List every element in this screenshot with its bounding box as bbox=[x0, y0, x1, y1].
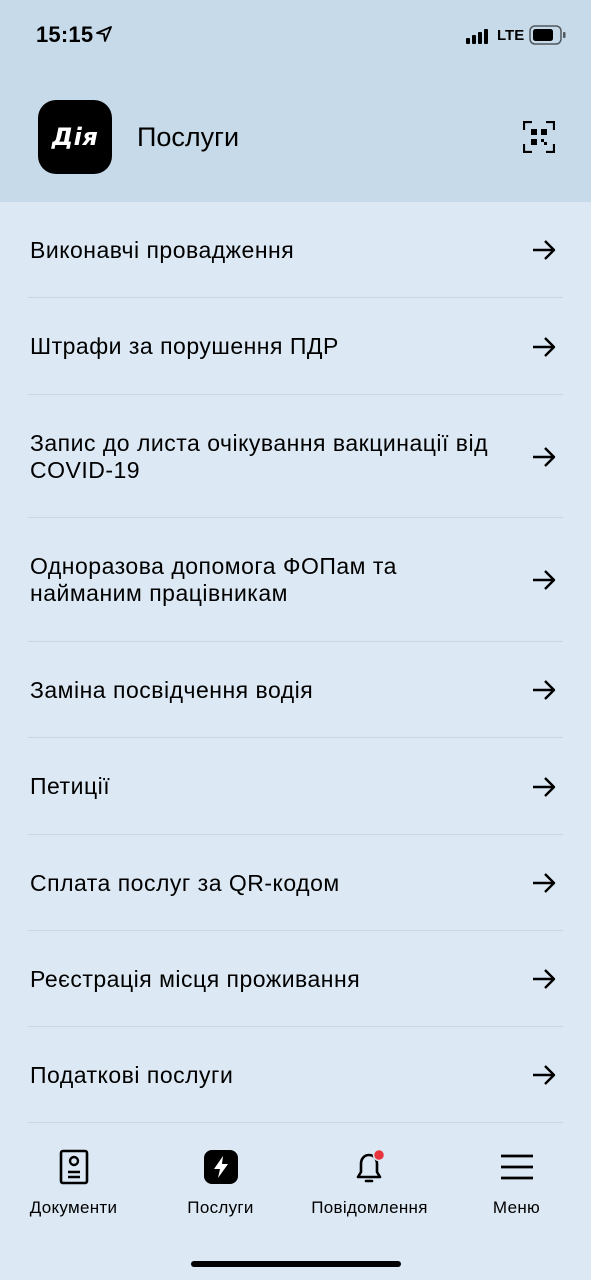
service-label: Запис до листа очікування вакцинації від… bbox=[30, 429, 489, 483]
tab-menu-label: Меню bbox=[492, 1198, 541, 1217]
bell-icon bbox=[356, 1148, 385, 1183]
arrow-right-icon bbox=[533, 446, 556, 467]
tab-bar: Документи Послуги Повідомлення Меню bbox=[0, 1140, 591, 1280]
service-label: Реєстрація місця проживання bbox=[30, 965, 361, 992]
service-label: Заміна посвідчення водія bbox=[30, 676, 314, 703]
services-list: Виконавчі провадження Штрафи за порушенн… bbox=[0, 202, 591, 1123]
battery-icon bbox=[529, 25, 566, 45]
service-item[interactable]: Штрафи за порушення ПДР bbox=[0, 298, 591, 395]
page-title: Послуги bbox=[137, 122, 240, 152]
service-item[interactable]: Одноразова допомога ФОПам та найманим пр… bbox=[0, 518, 591, 642]
arrow-right-icon bbox=[533, 969, 556, 989]
tab-documents-label: Документи bbox=[29, 1198, 118, 1217]
service-label: Штрафи за порушення ПДР bbox=[30, 333, 339, 359]
service-item[interactable]: Сплата послуг за QR-кодом bbox=[0, 835, 591, 931]
lightning-icon bbox=[203, 1150, 238, 1184]
service-label: Виконавчі провадження bbox=[30, 236, 295, 263]
service-label: Петиції bbox=[30, 773, 111, 799]
tab-menu[interactable]: Меню bbox=[443, 1148, 590, 1218]
arrow-right-icon bbox=[533, 873, 556, 893]
arrow-right-icon bbox=[533, 240, 556, 260]
service-item[interactable]: Податкові послуги bbox=[0, 1027, 591, 1123]
service-item[interactable]: Заміна посвідчення водія bbox=[0, 642, 591, 738]
service-item[interactable]: Запис до листа очікування вакцинації від… bbox=[0, 395, 591, 518]
signal-bars-icon bbox=[466, 29, 488, 44]
app-header: Дія Послуги bbox=[0, 100, 591, 176]
arrow-right-icon bbox=[533, 1065, 556, 1085]
tab-notifications-label: Повідомлення bbox=[311, 1198, 428, 1217]
tab-services-label: Послуги bbox=[187, 1198, 254, 1217]
location-arrow-icon bbox=[96, 26, 112, 42]
service-label: Сплата послуг за QR-кодом bbox=[30, 869, 340, 896]
arrow-right-icon bbox=[533, 336, 556, 357]
tab-documents[interactable]: Документи bbox=[0, 1148, 147, 1218]
service-item[interactable]: Петиції bbox=[0, 738, 591, 835]
qr-scan-icon[interactable] bbox=[523, 121, 555, 153]
divider bbox=[28, 1122, 563, 1123]
tab-services[interactable]: Послуги bbox=[147, 1148, 294, 1218]
service-label: Податкові послуги bbox=[30, 1061, 234, 1088]
network-type: LTE bbox=[497, 27, 525, 44]
status-time: 15:15 bbox=[36, 22, 94, 47]
header-area: 15:15 LTE Дія Послуги bbox=[0, 0, 591, 202]
service-item[interactable]: Реєстрація місця проживання bbox=[0, 931, 591, 1027]
logo-text: Дія bbox=[51, 123, 99, 151]
diia-logo: Дія bbox=[38, 100, 112, 174]
arrow-right-icon bbox=[533, 776, 556, 797]
home-indicator bbox=[191, 1261, 401, 1267]
status-bar: 15:15 LTE bbox=[0, 0, 591, 70]
service-item[interactable]: Виконавчі провадження bbox=[0, 202, 591, 298]
tab-notifications[interactable]: Повідомлення bbox=[296, 1148, 443, 1218]
service-label: Одноразова допомога ФОПам та найманим пр… bbox=[30, 553, 397, 606]
hamburger-menu-icon bbox=[500, 1154, 533, 1180]
document-icon bbox=[59, 1149, 88, 1185]
arrow-right-icon bbox=[533, 570, 556, 590]
arrow-right-icon bbox=[533, 680, 556, 700]
